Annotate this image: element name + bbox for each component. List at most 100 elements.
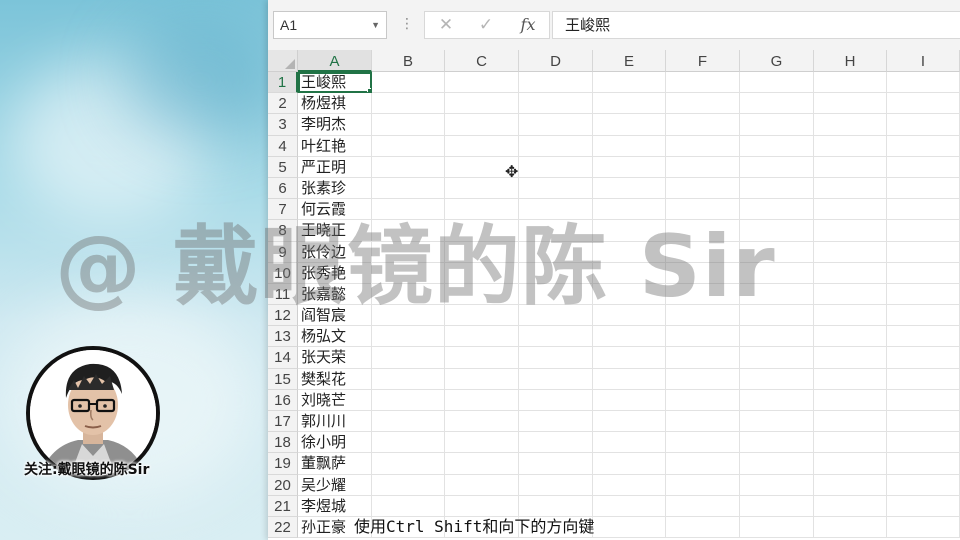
cell-f19[interactable] [666, 453, 740, 475]
cell-a19[interactable]: 董飘萨 [298, 453, 372, 475]
cell-f11[interactable] [666, 283, 740, 306]
cell-h13[interactable] [814, 326, 887, 348]
cell-e19[interactable] [593, 453, 666, 475]
cell-h12[interactable] [814, 305, 887, 327]
cell-c19[interactable] [445, 453, 519, 475]
cell-i15[interactable] [887, 368, 960, 390]
cell-b19[interactable] [372, 453, 445, 475]
cell-a5[interactable]: 严正明 [298, 156, 372, 178]
chevron-down-icon[interactable]: ▼ [371, 12, 380, 38]
column-header-h[interactable]: H [814, 50, 887, 72]
cell-c2[interactable] [445, 93, 519, 115]
cell-a10[interactable]: 张秀艳 [298, 262, 372, 284]
column-header-b[interactable]: B [372, 50, 445, 72]
cell-f17[interactable] [666, 411, 740, 433]
cell-c13[interactable] [445, 326, 519, 348]
cell-b13[interactable] [372, 326, 445, 348]
cell-e11[interactable] [593, 283, 666, 306]
cell-e17[interactable] [593, 411, 666, 433]
cell-f16[interactable] [666, 389, 740, 411]
cell-f12[interactable] [666, 305, 740, 327]
cell-f3[interactable] [666, 114, 740, 136]
cell-c4[interactable] [445, 135, 519, 157]
cell-g22[interactable] [740, 516, 814, 539]
cell-e5[interactable] [593, 156, 666, 178]
row-header[interactable]: 13 [268, 326, 298, 348]
cell-e22[interactable] [593, 516, 666, 539]
cell-d7[interactable] [519, 199, 593, 221]
cell-d5[interactable] [519, 156, 593, 178]
cell-e20[interactable] [593, 474, 666, 496]
cell-b8[interactable] [372, 220, 445, 242]
row-header[interactable]: 22 [268, 516, 298, 539]
cell-i3[interactable] [887, 114, 960, 136]
row-header[interactable]: 21 [268, 495, 298, 517]
cell-g13[interactable] [740, 326, 814, 348]
cancel-icon[interactable]: ✕ [431, 12, 461, 38]
cell-e18[interactable] [593, 432, 666, 454]
cell-h8[interactable] [814, 220, 887, 242]
cell-f9[interactable] [666, 241, 740, 263]
cell-e15[interactable] [593, 368, 666, 390]
cell-a20[interactable]: 吴少耀 [298, 474, 372, 496]
row-header[interactable]: 4 [268, 135, 298, 157]
cell-c16[interactable] [445, 389, 519, 411]
cell-g16[interactable] [740, 389, 814, 411]
cell-i4[interactable] [887, 135, 960, 157]
row-header[interactable]: 18 [268, 432, 298, 454]
cell-g2[interactable] [740, 93, 814, 115]
cell-i8[interactable] [887, 220, 960, 242]
cell-f18[interactable] [666, 432, 740, 454]
cell-e2[interactable] [593, 93, 666, 115]
cell-i12[interactable] [887, 305, 960, 327]
cell-h15[interactable] [814, 368, 887, 390]
cell-a12[interactable]: 阎智宸 [298, 305, 372, 327]
cell-h6[interactable] [814, 177, 887, 200]
cell-h9[interactable] [814, 241, 887, 263]
cell-d8[interactable] [519, 220, 593, 242]
row-header[interactable]: 15 [268, 368, 298, 390]
cell-d15[interactable] [519, 368, 593, 390]
row-header[interactable]: 12 [268, 305, 298, 327]
cell-i21[interactable] [887, 495, 960, 517]
cell-b1[interactable] [372, 72, 445, 94]
cell-a14[interactable]: 张天荣 [298, 347, 372, 369]
name-box[interactable]: A1 ▼ [273, 11, 387, 39]
cell-c20[interactable] [445, 474, 519, 496]
cell-f5[interactable] [666, 156, 740, 178]
cell-e14[interactable] [593, 347, 666, 369]
cell-f10[interactable] [666, 262, 740, 284]
cell-g5[interactable] [740, 156, 814, 178]
cell-g17[interactable] [740, 411, 814, 433]
cell-h21[interactable] [814, 495, 887, 517]
cell-f1[interactable] [666, 72, 740, 94]
cell-h18[interactable] [814, 432, 887, 454]
cell-c14[interactable] [445, 347, 519, 369]
row-header[interactable]: 3 [268, 114, 298, 136]
cell-c9[interactable] [445, 241, 519, 263]
row-header[interactable]: 14 [268, 347, 298, 369]
cell-a15[interactable]: 樊梨花 [298, 368, 372, 390]
cell-g19[interactable] [740, 453, 814, 475]
cell-b14[interactable] [372, 347, 445, 369]
enter-icon[interactable]: ✓ [471, 12, 501, 38]
cell-f21[interactable] [666, 495, 740, 517]
cell-f8[interactable] [666, 220, 740, 242]
cell-e13[interactable] [593, 326, 666, 348]
row-header[interactable]: 11 [268, 283, 298, 306]
row-header[interactable]: 1 [268, 72, 298, 94]
cell-f22[interactable] [666, 516, 740, 539]
cell-d9[interactable] [519, 241, 593, 263]
cell-f2[interactable] [666, 93, 740, 115]
cell-d4[interactable] [519, 135, 593, 157]
cell-i1[interactable] [887, 72, 960, 94]
row-header[interactable]: 6 [268, 177, 298, 200]
cell-i22[interactable] [887, 516, 960, 539]
cell-i5[interactable] [887, 156, 960, 178]
cell-c11[interactable] [445, 283, 519, 306]
column-header-d[interactable]: D [519, 50, 593, 72]
cell-i18[interactable] [887, 432, 960, 454]
cell-c7[interactable] [445, 199, 519, 221]
cell-g15[interactable] [740, 368, 814, 390]
cell-d12[interactable] [519, 305, 593, 327]
